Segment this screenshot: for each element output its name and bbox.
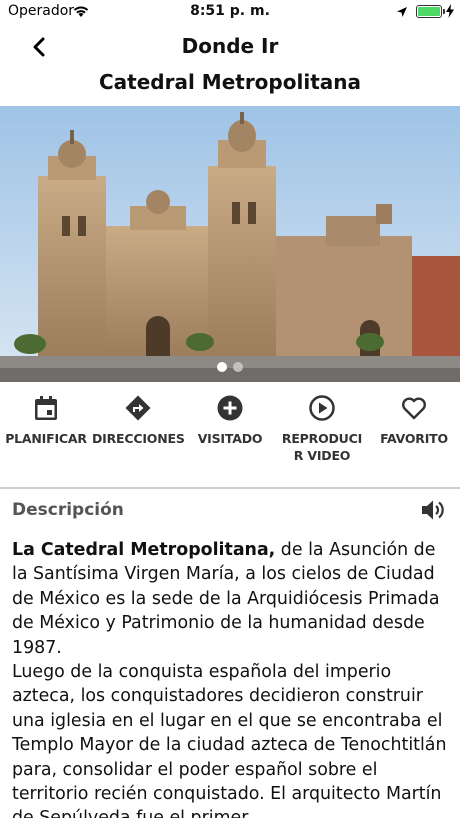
speaker-icon[interactable] bbox=[420, 497, 446, 523]
play-circle-icon bbox=[309, 395, 335, 421]
cathedral-photo-carousel[interactable] bbox=[0, 106, 460, 382]
play-video-label: REPRODUCI R VIDEO bbox=[281, 431, 363, 463]
carousel-dot[interactable] bbox=[217, 362, 227, 372]
navigation-bar: Donde Ir bbox=[0, 24, 460, 68]
nav-title: Donde Ir bbox=[181, 34, 279, 58]
carousel-dot[interactable] bbox=[233, 362, 243, 372]
description-heading: Descripción bbox=[12, 500, 124, 520]
charging-bolt-icon bbox=[446, 4, 454, 18]
action-bar: PLANIFICAR DIRECCIONES VISITADO REPRODUC… bbox=[0, 394, 460, 474]
section-divider bbox=[0, 487, 460, 489]
add-circle-icon bbox=[217, 395, 243, 421]
play-video-button[interactable]: REPRODUCI R VIDEO bbox=[276, 394, 368, 464]
favorite-label: FAVORITO bbox=[380, 431, 448, 446]
battery-icon bbox=[416, 5, 445, 18]
plan-button[interactable]: PLANIFICAR bbox=[0, 394, 92, 447]
carousel-page-indicator[interactable] bbox=[0, 357, 460, 376]
directions-button[interactable]: DIRECCIONES bbox=[92, 394, 185, 447]
heart-icon bbox=[402, 397, 426, 420]
visited-label: VISITADO bbox=[197, 431, 263, 446]
status-bar: Operador 8:51 p. m. bbox=[0, 0, 460, 24]
directions-label: DIRECCIONES bbox=[92, 431, 185, 446]
location-arrow-icon bbox=[397, 7, 407, 17]
favorite-button[interactable]: FAVORITO bbox=[368, 394, 460, 447]
description-text: La Catedral Metropolitana, de la Asunció… bbox=[12, 538, 452, 818]
visited-button[interactable]: VISITADO bbox=[184, 394, 276, 447]
clock: 8:51 p. m. bbox=[190, 3, 270, 19]
directions-icon bbox=[125, 395, 151, 421]
cathedral-photo bbox=[0, 106, 460, 382]
plan-label: PLANIFICAR bbox=[5, 431, 87, 446]
calendar-icon bbox=[35, 396, 57, 420]
description-lead: La Catedral Metropolitana, bbox=[12, 540, 276, 560]
description-paragraph-2: Luego de la conquista española del imper… bbox=[12, 662, 447, 818]
place-title: Catedral Metropolitana bbox=[99, 70, 361, 94]
